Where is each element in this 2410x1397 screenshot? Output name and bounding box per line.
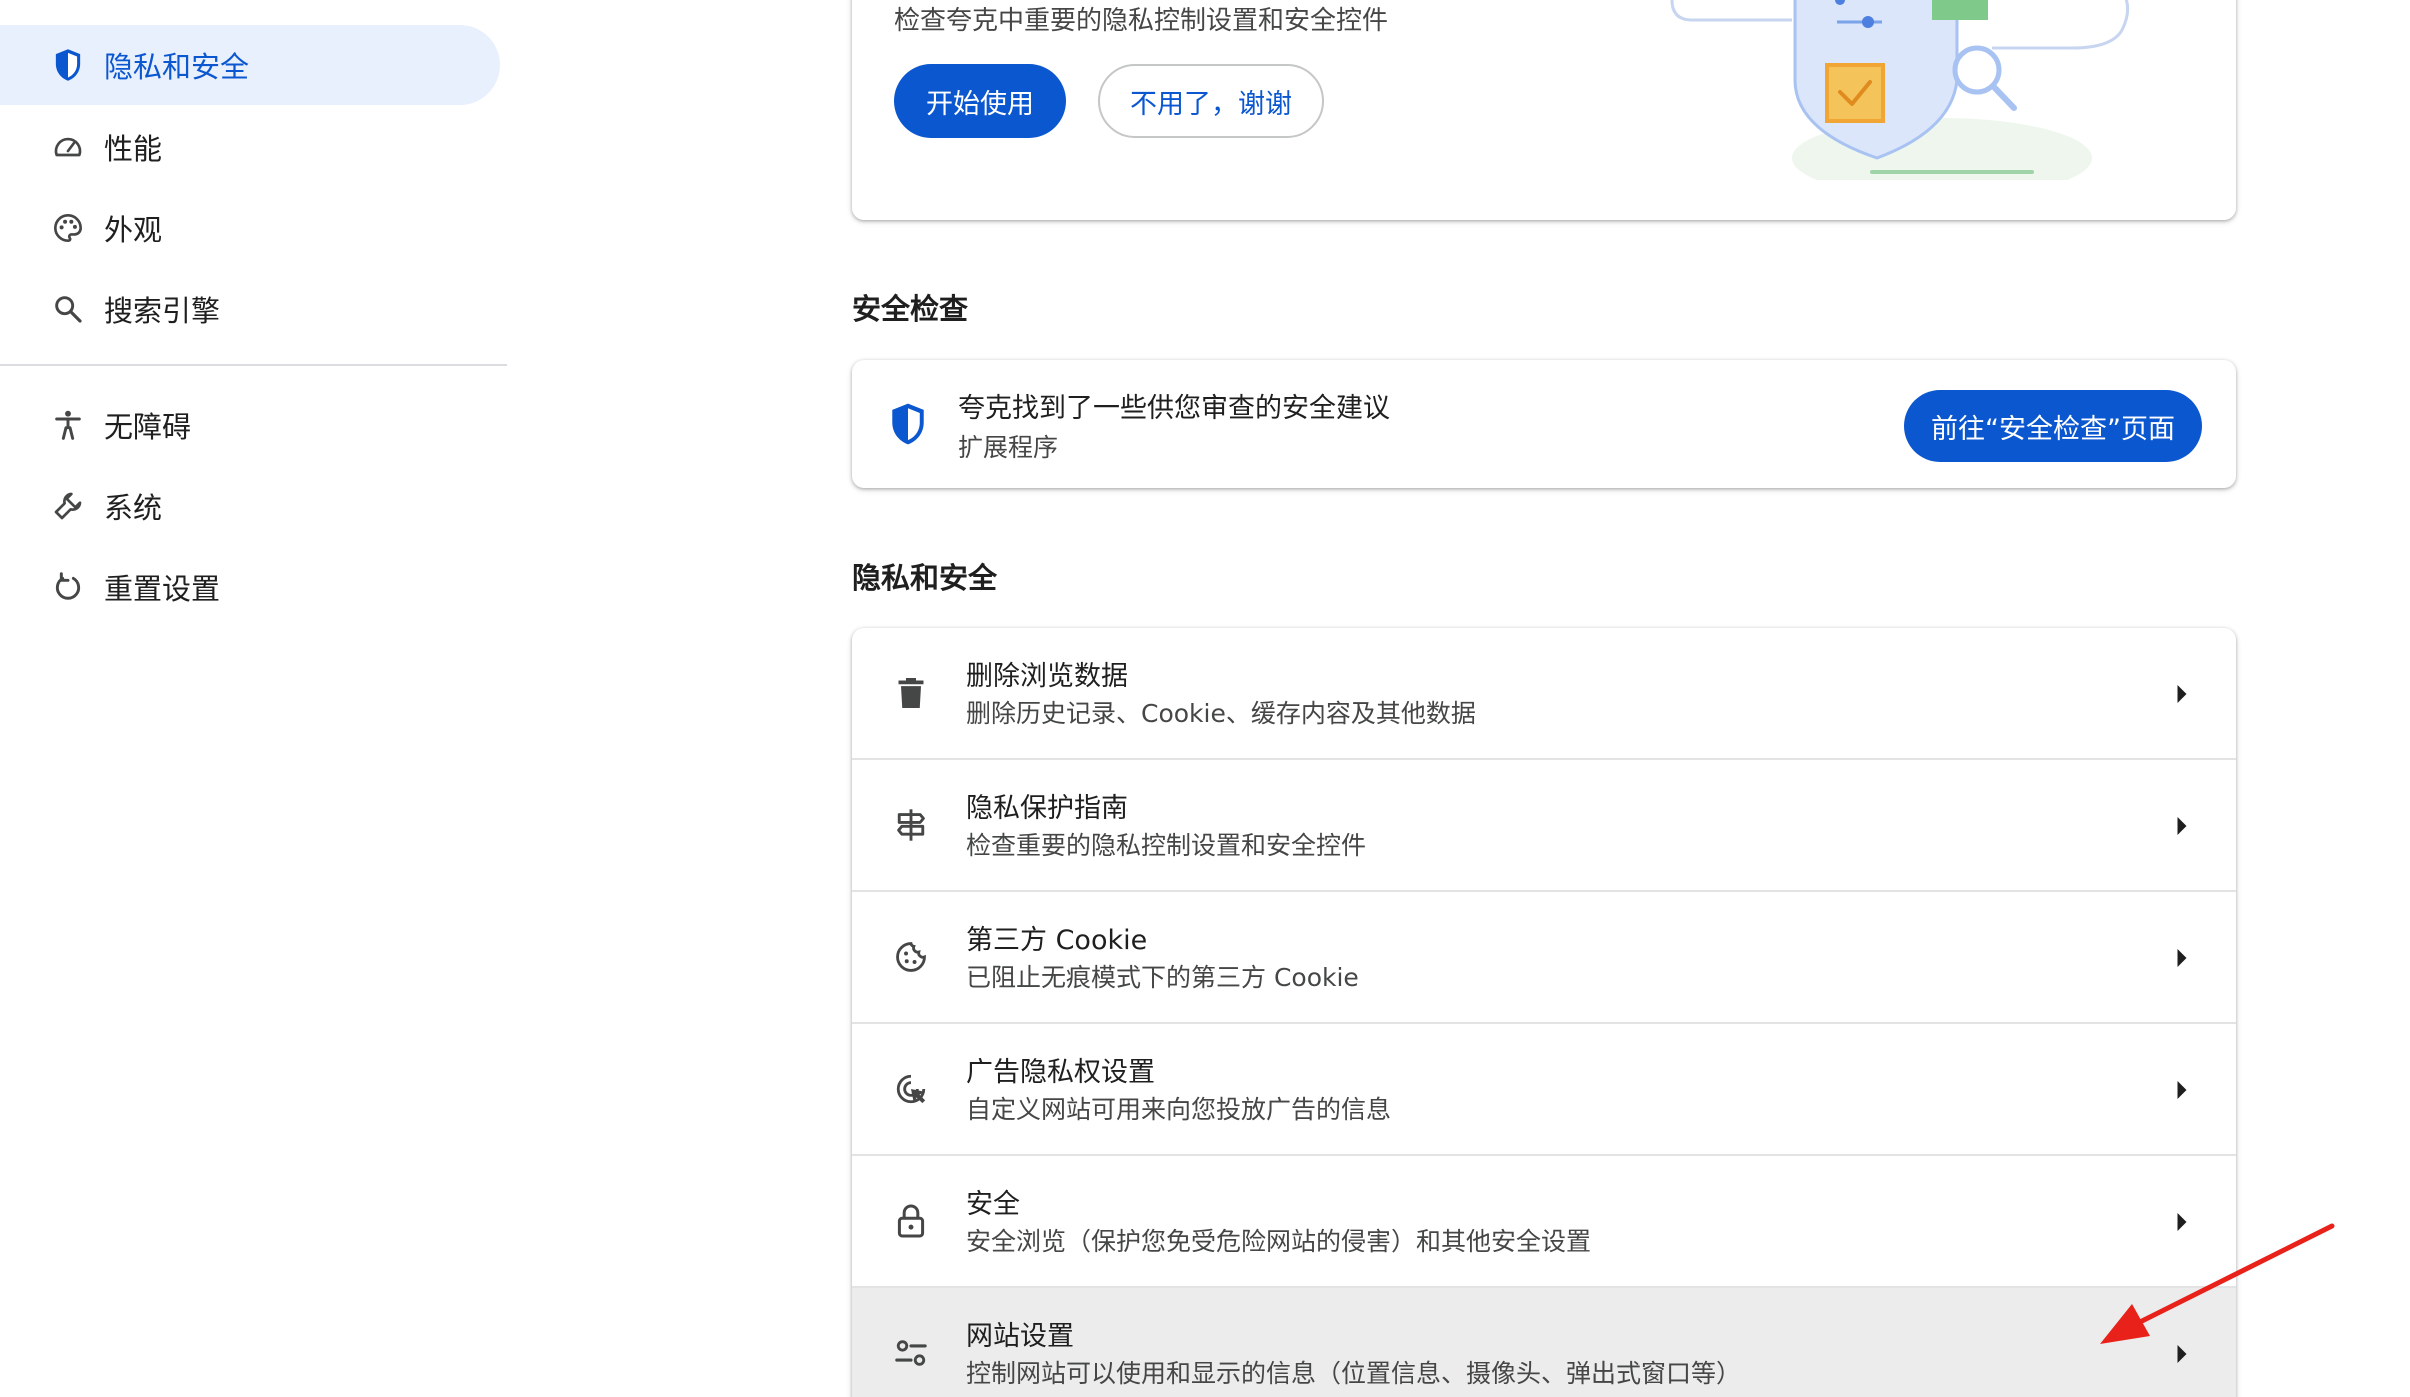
sidebar-item-label: 性能	[104, 132, 163, 166]
row-clear-browsing-data[interactable]: 删除浏览数据 删除历史记录、Cookie、缓存内容及其他数据	[852, 628, 2236, 760]
sidebar-item-system[interactable]: 系统	[0, 466, 500, 546]
safety-check-subtitle: 扩展程序	[958, 433, 1059, 462]
sidebar-item-label: 重置设置	[104, 572, 221, 606]
sidebar-item-label: 搜索引擎	[104, 294, 221, 328]
accessibility-icon	[50, 407, 86, 443]
annotation-arrow	[2100, 1223, 2335, 1344]
speedometer-icon	[50, 129, 86, 165]
chevron-right-icon	[2172, 1080, 2192, 1100]
site-settings-icon	[892, 1334, 930, 1372]
chevron-right-icon	[2172, 948, 2192, 968]
sidebar-item-privacy-security[interactable]: 隐私和安全	[0, 25, 500, 105]
row-title: 安全	[966, 1189, 1020, 1220]
row-ad-privacy[interactable]: 广告隐私权设置 自定义网站可用来向您投放广告的信息	[852, 1024, 2236, 1156]
row-site-settings[interactable]: 网站设置 控制网站可以使用和显示的信息（位置信息、摄像头、弹出式窗口等）	[852, 1288, 2236, 1397]
sidebar: 隐私和安全 性能 外观 搜索引擎 无障碍 系统 重置设置	[0, 0, 510, 1397]
privacy-guide-icon	[892, 806, 930, 844]
row-title: 删除浏览数据	[966, 661, 1128, 692]
row-third-party-cookies[interactable]: 第三方 Cookie 已阻止无痕模式下的第三方 Cookie	[852, 892, 2236, 1024]
sidebar-item-performance[interactable]: 性能	[0, 107, 500, 187]
row-title: 隐私保护指南	[966, 793, 1128, 824]
privacy-guide-illustration	[1670, 0, 2130, 180]
privacy-guide-promo-card: 检查夸克中重要的隐私控制设置和安全控件 开始使用 不用了，谢谢	[852, 0, 2236, 220]
start-button[interactable]: 开始使用	[894, 64, 1066, 138]
row-subtitle: 自定义网站可用来向您投放广告的信息	[966, 1095, 1392, 1124]
privacy-security-heading: 隐私和安全	[852, 561, 998, 595]
ad-privacy-icon	[892, 1070, 930, 1108]
decline-button[interactable]: 不用了，谢谢	[1098, 64, 1324, 138]
chevron-right-icon	[2172, 684, 2192, 704]
safety-check-title: 夸克找到了一些供您审查的安全建议	[958, 393, 1390, 424]
sidebar-item-label: 系统	[104, 491, 163, 525]
chevron-right-icon	[2172, 816, 2192, 836]
row-title: 网站设置	[966, 1321, 1074, 1352]
trash-icon	[892, 674, 930, 712]
shield-icon	[50, 47, 86, 83]
palette-icon	[50, 210, 86, 246]
row-subtitle: 检查重要的隐私控制设置和安全控件	[966, 831, 1367, 860]
row-subtitle: 控制网站可以使用和显示的信息（位置信息、摄像头、弹出式窗口等）	[966, 1359, 1742, 1388]
settings-page: 隐私和安全 性能 外观 搜索引擎 无障碍 系统 重置设置 检查夸克中重要的隐私控…	[0, 0, 2410, 1397]
sidebar-item-label: 无障碍	[104, 410, 192, 444]
safety-shield-icon	[888, 402, 928, 446]
sidebar-divider	[0, 364, 507, 366]
cookie-icon	[892, 938, 930, 976]
row-subtitle: 删除历史记录、Cookie、缓存内容及其他数据	[966, 699, 1476, 728]
sidebar-item-reset[interactable]: 重置设置	[0, 547, 500, 627]
sidebar-item-appearance[interactable]: 外观	[0, 188, 500, 268]
wrench-icon	[50, 488, 86, 524]
row-security[interactable]: 安全 安全浏览（保护您免受危险网站的侵害）和其他安全设置	[852, 1156, 2236, 1288]
row-subtitle: 已阻止无痕模式下的第三方 Cookie	[966, 963, 1359, 992]
search-icon	[50, 291, 86, 327]
lock-icon	[892, 1202, 930, 1240]
sidebar-item-search-engine[interactable]: 搜索引擎	[0, 269, 500, 349]
sidebar-item-accessibility[interactable]: 无障碍	[0, 385, 500, 465]
row-privacy-guide[interactable]: 隐私保护指南 检查重要的隐私控制设置和安全控件	[852, 760, 2236, 892]
promo-description: 检查夸克中重要的隐私控制设置和安全控件	[894, 6, 1389, 36]
sidebar-item-label: 隐私和安全	[104, 50, 250, 84]
reset-icon	[50, 569, 86, 605]
privacy-security-card: 删除浏览数据 删除历史记录、Cookie、缓存内容及其他数据 隐私保护指南 检查…	[852, 628, 2236, 1397]
row-title: 广告隐私权设置	[966, 1057, 1155, 1088]
safety-check-card: 夸克找到了一些供您审查的安全建议 扩展程序 前往“安全检查”页面	[852, 360, 2236, 488]
sidebar-item-label: 外观	[104, 213, 163, 247]
row-subtitle: 安全浏览（保护您免受危险网站的侵害）和其他安全设置	[966, 1227, 1592, 1256]
safety-check-heading: 安全检查	[852, 292, 969, 326]
go-to-safety-check-button[interactable]: 前往“安全检查”页面	[1904, 390, 2202, 462]
row-title: 第三方 Cookie	[966, 925, 1148, 956]
